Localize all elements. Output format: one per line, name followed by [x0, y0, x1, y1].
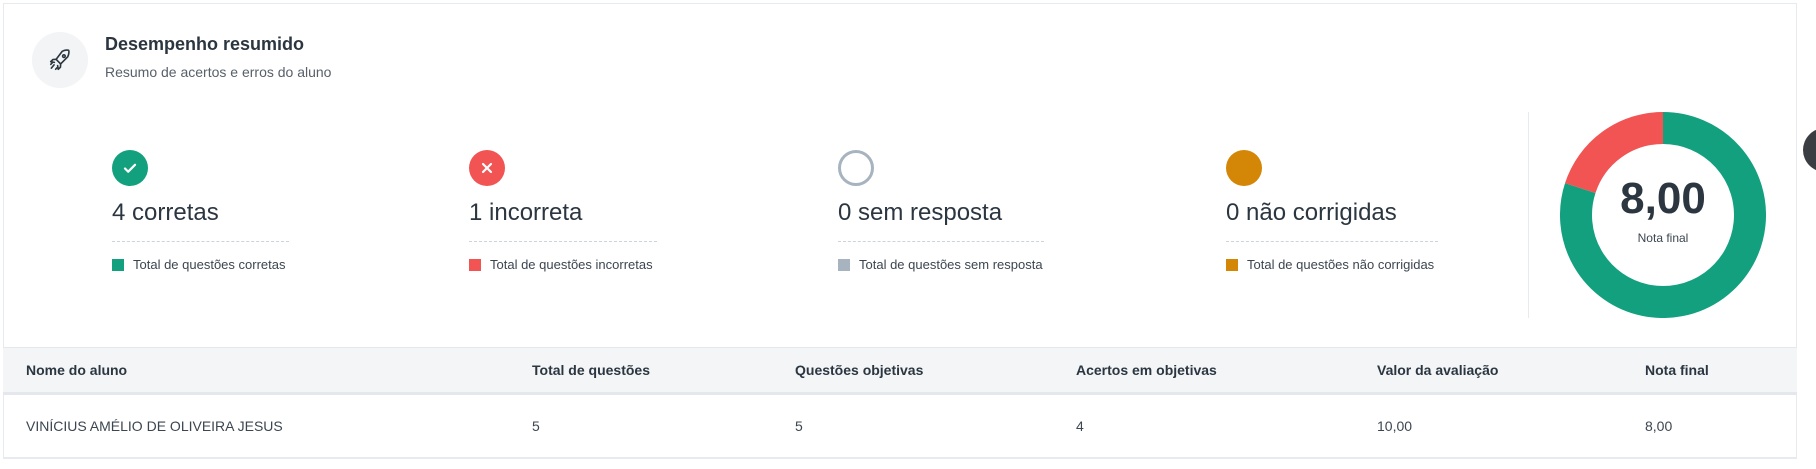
column-header: Nota final — [1645, 347, 1797, 395]
legend-label: Total de questões não corrigidas — [1247, 257, 1435, 272]
stat-incorrect: 1 incorreta Total de questões incorretas — [469, 150, 657, 272]
stat-incorrect-legend: Total de questões incorretas — [469, 257, 657, 272]
floating-action-button[interactable] — [1803, 128, 1816, 172]
divider — [838, 241, 1044, 242]
column-header: Valor da avaliação — [1377, 347, 1645, 395]
column-header: Acertos em objetivas — [1076, 347, 1377, 395]
stat-incorrect-count: 1 incorreta — [469, 199, 583, 226]
total-questions-cell: 5 — [532, 393, 795, 458]
legend-label: Total de questões incorretas — [490, 257, 653, 272]
stat-correct: 4 corretas Total de questões corretas — [112, 150, 289, 272]
final-score-value: 8,00 — [1620, 174, 1706, 223]
legend-swatch — [469, 258, 481, 271]
assessment-value-cell: 10,00 — [1377, 393, 1645, 458]
table-header-row: Nome do aluno Total de questões Questões… — [3, 347, 1797, 395]
objective-hits-cell: 4 — [1076, 393, 1377, 458]
final-grade-cell: 8,00 — [1645, 393, 1797, 458]
legend-label: Total de questões corretas — [133, 257, 286, 272]
stat-unanswered-count: 0 sem resposta — [838, 199, 1003, 226]
stat-correct-count: 4 corretas — [112, 199, 219, 226]
student-name-cell: VINÍCIUS AMÉLIO DE OLIVEIRA JESUS — [3, 393, 532, 458]
objective-questions-cell: 5 — [795, 393, 1076, 458]
divider — [112, 241, 289, 242]
section-subtitle: Resumo de acertos e erros do aluno — [105, 64, 332, 80]
table-row: VINÍCIUS AMÉLIO DE OLIVEIRA JESUS 5 5 4 … — [3, 393, 1797, 458]
divider — [1226, 241, 1438, 242]
column-header: Nome do aluno — [3, 347, 532, 395]
stat-uncorrected: 0 não corrigidas Total de questões não c… — [1226, 150, 1438, 272]
final-score-label: Nota final — [1637, 231, 1689, 245]
check-circle-icon — [112, 150, 148, 186]
stat-unanswered: 0 sem resposta Total de questões sem res… — [838, 150, 1044, 272]
stat-uncorrected-legend: Total de questões não corrigidas — [1226, 257, 1438, 272]
column-header: Questões objetivas — [795, 347, 1076, 395]
legend-swatch — [838, 258, 850, 271]
legend-label: Total de questões sem resposta — [859, 257, 1043, 272]
filled-circle-icon — [1226, 150, 1262, 186]
stat-unanswered-legend: Total de questões sem resposta — [838, 257, 1044, 272]
results-table: Nome do aluno Total de questões Questões… — [3, 347, 1797, 458]
legend-swatch — [1226, 258, 1238, 271]
rocket-icon — [32, 32, 88, 88]
stat-correct-legend: Total de questões corretas — [112, 257, 289, 272]
divider — [469, 241, 657, 242]
vertical-divider — [1528, 112, 1529, 318]
x-circle-icon — [469, 150, 505, 186]
section-title: Desempenho resumido — [105, 34, 305, 54]
stat-uncorrected-count: 0 não corrigidas — [1226, 199, 1397, 226]
empty-circle-icon — [838, 150, 874, 186]
legend-swatch — [112, 258, 124, 271]
column-header: Total de questões — [532, 347, 795, 395]
